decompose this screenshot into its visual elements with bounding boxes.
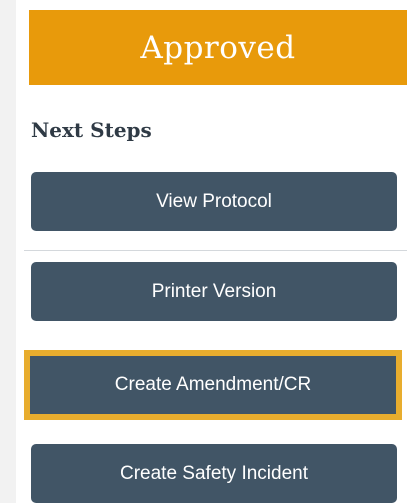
create-safety-incident-label: Create Safety Incident	[120, 462, 308, 484]
status-banner: Approved	[29, 10, 407, 85]
next-steps-heading: Next Steps	[31, 118, 152, 142]
create-amendment-label: Create Amendment/CR	[114, 374, 312, 395]
view-protocol-label: View Protocol	[156, 190, 272, 212]
status-label: Approved	[140, 29, 296, 66]
view-protocol-button[interactable]: View Protocol	[31, 172, 397, 231]
printer-version-label: Printer Version	[151, 280, 277, 302]
create-amendment-button[interactable]: Create Amendment/CR	[24, 350, 402, 420]
workflow-panel: Approved Next Steps View Protocol Printe…	[16, 0, 407, 503]
printer-version-button[interactable]: Printer Version	[31, 262, 397, 321]
left-gutter	[0, 0, 16, 503]
create-safety-incident-button[interactable]: Create Safety Incident	[31, 444, 397, 503]
section-divider	[24, 250, 407, 251]
